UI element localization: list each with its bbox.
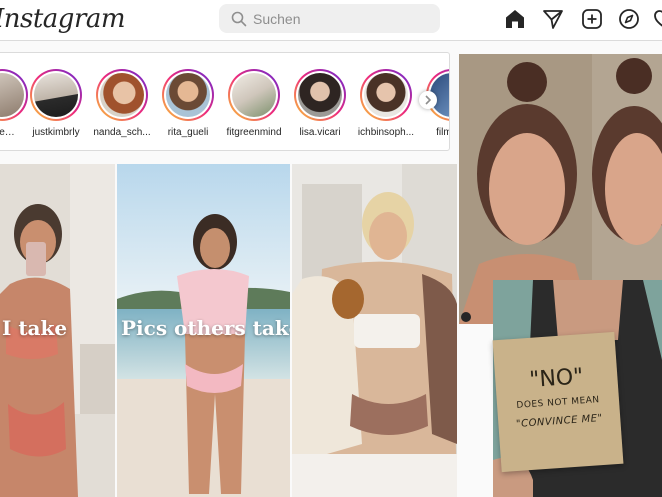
story-item[interactable]: lisa.vicari xyxy=(287,69,353,147)
instagram-logo[interactable]: Instagram xyxy=(0,4,126,34)
avatar xyxy=(166,73,210,117)
search-icon xyxy=(231,11,247,27)
search-input[interactable] xyxy=(253,4,433,33)
eating-illustration xyxy=(292,164,457,497)
chevron-right-icon xyxy=(425,95,432,105)
sign-text-does-not-mean: DOES NOT MEAN xyxy=(516,395,600,411)
explore-icon[interactable] xyxy=(617,7,641,31)
post-image-eating[interactable] xyxy=(292,164,457,497)
search-box[interactable] xyxy=(219,4,440,33)
story-item[interactable]: rita_gueli xyxy=(155,69,221,147)
avatar xyxy=(0,73,24,117)
story-item[interactable]: fitgreenmind xyxy=(221,69,287,147)
protest-sign: "NO" DOES NOT MEAN "CONVINCE ME" xyxy=(492,331,624,473)
top-bar: Instagram xyxy=(0,0,662,41)
caption-i-take: I take xyxy=(2,316,68,340)
caption-pics-others-take: Pics others take xyxy=(121,316,290,340)
avatar xyxy=(364,73,408,117)
new-post-icon[interactable] xyxy=(580,7,604,31)
stories-next-button[interactable] xyxy=(419,91,437,109)
avatar xyxy=(34,73,78,117)
story-item[interactable]: justkimbrly xyxy=(23,69,89,147)
home-icon[interactable] xyxy=(503,7,527,31)
post-image-selfie[interactable]: I take xyxy=(0,164,115,497)
post-indicator-icon xyxy=(461,312,471,322)
activity-icon[interactable] xyxy=(652,7,662,31)
post-image-beach[interactable]: Pics others take xyxy=(117,164,290,497)
avatar xyxy=(298,73,342,117)
sign-text-convince-me: "CONVINCE ME" xyxy=(515,412,603,430)
story-username: filmst... xyxy=(436,127,449,138)
story-item[interactable]: ichbinsoph... xyxy=(353,69,419,147)
avatar xyxy=(100,73,144,117)
stories-tray: …e… justkimbrly nanda_sch... rita_gueli … xyxy=(0,52,450,151)
sign-text-no: "NO" xyxy=(528,364,585,393)
avatar xyxy=(232,73,276,117)
direct-icon[interactable] xyxy=(541,7,565,31)
story-item[interactable]: nanda_sch... xyxy=(89,69,155,147)
